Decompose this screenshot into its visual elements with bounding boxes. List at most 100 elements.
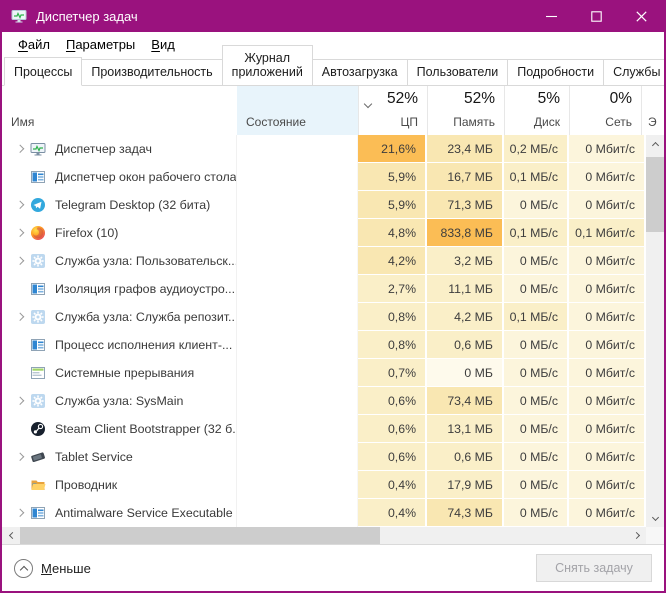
expander-icon[interactable] — [10, 201, 30, 209]
expander-icon[interactable] — [10, 453, 30, 461]
expander-icon[interactable] — [10, 509, 30, 517]
scroll-up-icon[interactable] — [646, 135, 664, 152]
process-disk-value: 0,1 МБ/с — [504, 163, 569, 191]
process-cpu-value: 2,7% — [358, 275, 427, 303]
process-name: Системные прерывания — [55, 366, 195, 380]
process-row[interactable]: Изоляция графов аудиоустро... 2,7% 11,1 … — [2, 275, 646, 303]
vertical-scroll-track[interactable] — [646, 232, 664, 510]
menu-item-2[interactable]: Вид — [143, 35, 183, 54]
expander-icon[interactable] — [10, 313, 30, 321]
process-row[interactable]: Tablet Service 0,6% 0,6 МБ 0 МБ/с 0 Мбит… — [2, 443, 646, 471]
horizontal-scroll-track[interactable] — [380, 527, 628, 544]
process-status — [237, 359, 358, 387]
menu-item-0[interactable]: Файл — [10, 35, 58, 54]
process-row[interactable]: Antimalware Service Executable 0,4% 74,3… — [2, 499, 646, 527]
scroll-down-icon[interactable] — [646, 510, 664, 527]
process-row[interactable]: Служба узла: Пользовательск... 4,2% 3,2 … — [2, 247, 646, 275]
process-network-value: 0 Мбит/с — [569, 443, 646, 471]
gear-icon — [30, 393, 46, 409]
process-disk-value: 0 МБ/с — [504, 443, 569, 471]
tab-производительность[interactable]: Производительность — [81, 59, 223, 85]
process-row[interactable]: Служба узла: Служба репозит... 0,8% 4,2 … — [2, 303, 646, 331]
tab-службы[interactable]: Службы — [603, 59, 664, 85]
telegram-icon — [30, 197, 46, 213]
process-status — [237, 163, 358, 191]
horizontal-scroll-thumb[interactable] — [20, 527, 380, 544]
process-status — [237, 331, 358, 359]
title-bar[interactable]: Диспетчер задач — [2, 0, 664, 32]
tab-процессы[interactable]: Процессы — [4, 57, 83, 86]
process-memory-value: 11,1 МБ — [427, 275, 504, 303]
expander-icon[interactable] — [10, 397, 30, 405]
vertical-scrollbar[interactable] — [646, 135, 664, 527]
process-status — [237, 471, 358, 499]
process-disk-value: 0,1 МБ/с — [504, 303, 569, 331]
expander-icon[interactable] — [10, 257, 30, 265]
column-status[interactable]: Состояние — [237, 86, 358, 135]
process-row[interactable]: Служба узла: SysMain 0,6% 73,4 МБ 0 МБ/с… — [2, 387, 646, 415]
process-network-value: 0 Мбит/с — [569, 387, 646, 415]
process-disk-value: 0 МБ/с — [504, 415, 569, 443]
cpu-total-percent: 52% — [386, 90, 418, 107]
process-memory-value: 13,1 МБ — [427, 415, 504, 443]
process-disk-value: 0 МБ/с — [504, 387, 569, 415]
process-row[interactable]: Системные прерывания 0,7% 0 МБ 0 МБ/с 0 … — [2, 359, 646, 387]
tab-подробности[interactable]: Подробности — [507, 59, 605, 85]
process-name: Диспетчер окон рабочего стола — [55, 170, 237, 184]
process-memory-value: 0,6 МБ — [427, 443, 504, 471]
tab-пользователи[interactable]: Пользователи — [406, 59, 509, 85]
process-cpu-value: 21,6% — [358, 135, 427, 163]
expander-icon[interactable] — [10, 229, 30, 237]
process-status — [237, 415, 358, 443]
process-status — [237, 387, 358, 415]
process-disk-value: 0 МБ/с — [504, 191, 569, 219]
process-cpu-value: 5,9% — [358, 163, 427, 191]
process-name: Изоляция графов аудиоустро... — [55, 282, 236, 296]
process-row[interactable]: Процесс исполнения клиент-... 0,8% 0,6 М… — [2, 331, 646, 359]
memory-total-percent: 52% — [463, 90, 495, 107]
process-row[interactable]: Диспетчер задач 21,6% 23,4 МБ 0,2 МБ/с 0… — [2, 135, 646, 163]
process-cpu-value: 0,6% — [358, 443, 427, 471]
process-cpu-value: 0,6% — [358, 415, 427, 443]
column-power-clipped[interactable]: Э — [641, 86, 664, 135]
task-manager-icon — [30, 141, 46, 157]
process-memory-value: 16,7 МБ — [427, 163, 504, 191]
process-status — [237, 275, 358, 303]
process-row[interactable]: Steam Client Bootstrapper (32 б... 0,6% … — [2, 415, 646, 443]
process-memory-value: 3,2 МБ — [427, 247, 504, 275]
process-network-value: 0 Мбит/с — [569, 415, 646, 443]
process-cpu-value: 0,7% — [358, 359, 427, 387]
process-row[interactable]: Диспетчер окон рабочего стола 5,9% 16,7 … — [2, 163, 646, 191]
process-disk-value: 0,2 МБ/с — [504, 135, 569, 163]
menu-item-1[interactable]: Параметры — [58, 35, 143, 54]
firefox-icon — [30, 225, 46, 241]
expander-icon[interactable] — [10, 145, 30, 153]
process-name: Steam Client Bootstrapper (32 б... — [55, 422, 237, 436]
column-memory[interactable]: 52% Память — [427, 86, 504, 135]
process-name: Tablet Service — [55, 450, 133, 464]
minimize-button[interactable] — [529, 0, 574, 32]
close-button[interactable] — [619, 0, 664, 32]
maximize-button[interactable] — [574, 0, 619, 32]
process-cpu-value: 0,6% — [358, 387, 427, 415]
tab-журнал-приложений[interactable]: Журнал приложений — [221, 45, 313, 85]
end-task-button[interactable]: Снять задачу — [536, 554, 652, 582]
process-row[interactable]: Firefox (10) 4,8% 833,8 МБ 0,1 МБ/с 0,1 … — [2, 219, 646, 247]
column-disk[interactable]: 5% Диск — [504, 86, 569, 135]
process-name: Служба узла: SysMain — [55, 394, 184, 408]
column-cpu[interactable]: 52% ЦП — [358, 86, 427, 135]
column-network[interactable]: 0% Сеть — [569, 86, 641, 135]
vertical-scroll-thumb[interactable] — [646, 157, 664, 232]
tab-автозагрузка[interactable]: Автозагрузка — [311, 59, 408, 85]
fewer-details-button[interactable]: Меньше — [14, 558, 91, 578]
process-cpu-value: 0,4% — [358, 471, 427, 499]
scroll-right-icon[interactable] — [628, 527, 646, 544]
process-row[interactable]: Проводник 0,4% 17,9 МБ 0 МБ/с 0 Мбит/с — [2, 471, 646, 499]
column-name[interactable]: Имя — [2, 86, 237, 135]
process-row[interactable]: Telegram Desktop (32 бита) 5,9% 71,3 МБ … — [2, 191, 646, 219]
process-cpu-value: 4,2% — [358, 247, 427, 275]
horizontal-scrollbar[interactable] — [2, 527, 664, 544]
scroll-left-icon[interactable] — [2, 527, 20, 544]
process-table: Диспетчер задач 21,6% 23,4 МБ 0,2 МБ/с 0… — [2, 135, 664, 527]
process-name: Диспетчер задач — [55, 142, 152, 156]
